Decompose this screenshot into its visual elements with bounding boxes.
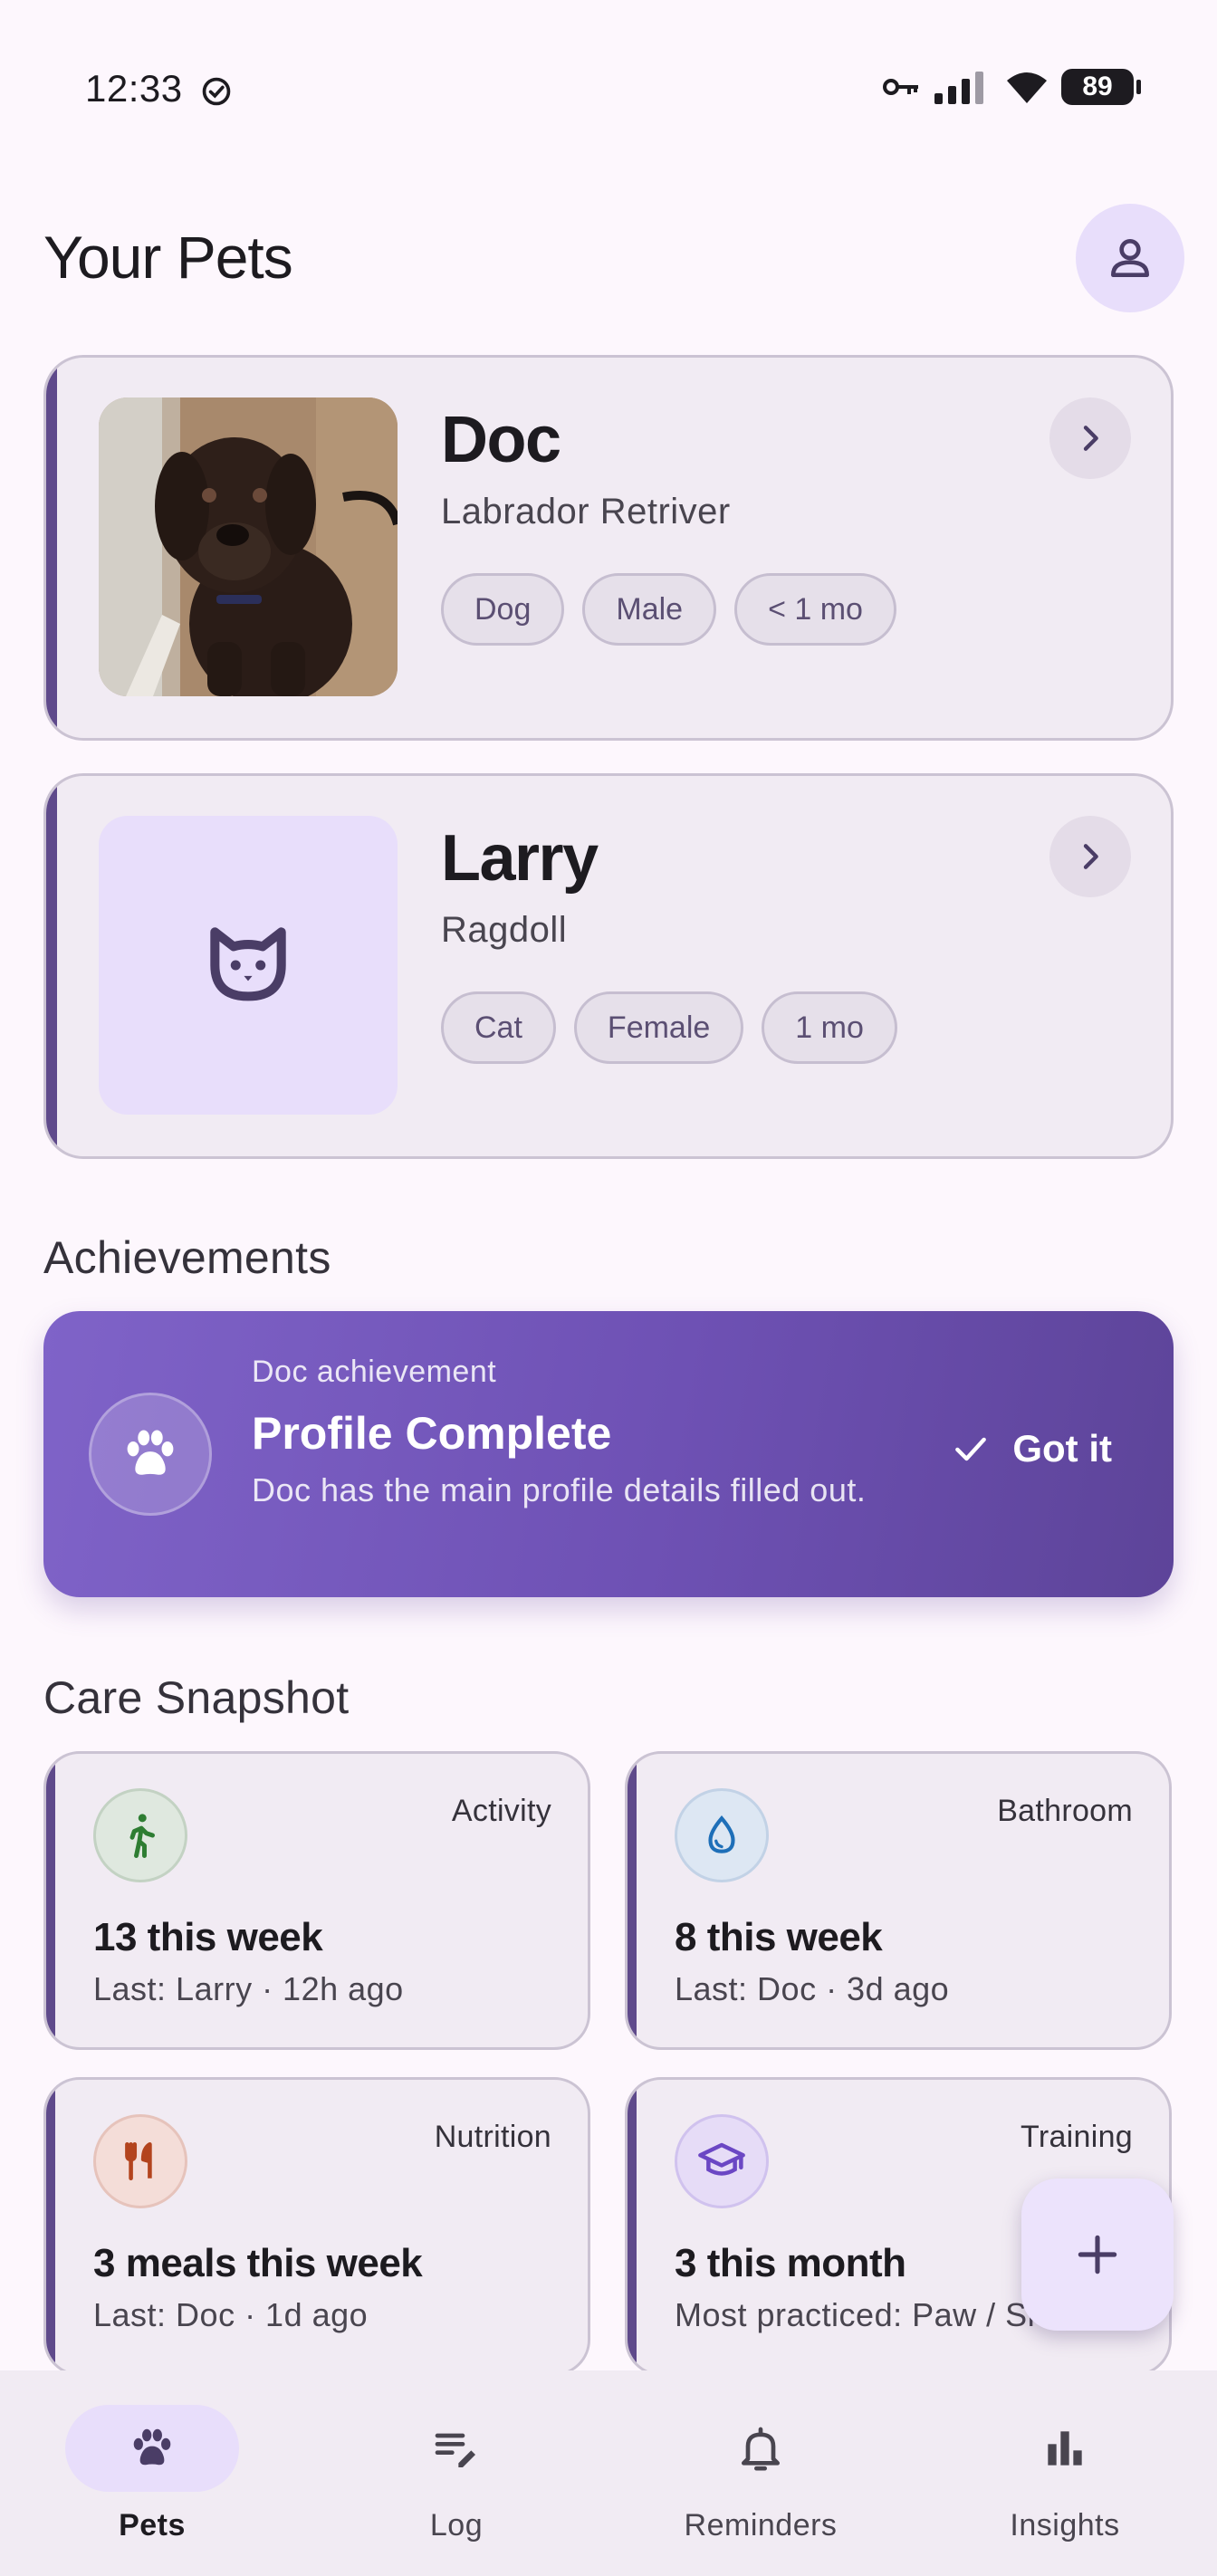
cat-icon (210, 927, 286, 1001)
chip-sex: Male (582, 573, 717, 646)
snapshot-main: 8 this week (675, 1915, 883, 1959)
got-it-label: Got it (1012, 1427, 1112, 1470)
chip-age: 1 mo (762, 991, 897, 1064)
nav-item-pets[interactable]: Pets (0, 2370, 304, 2576)
nav-label: Reminders (684, 2508, 838, 2542)
wifi-icon (1007, 72, 1047, 103)
signal-icon (934, 72, 983, 104)
chip-sex: Female (573, 991, 744, 1064)
pet-breed: Ragdoll (441, 910, 568, 950)
pet-chips: Cat Female 1 mo (441, 991, 897, 1064)
snapshot-main: 3 this month (675, 2241, 906, 2285)
edit-note-icon (435, 2433, 475, 2467)
got-it-button[interactable]: Got it (951, 1427, 1112, 1470)
nutrition-icon-badge (93, 2114, 187, 2208)
battery-indicator: 89 (1061, 69, 1141, 105)
nav-indicator (65, 2405, 239, 2492)
plus-icon (1078, 2235, 1117, 2274)
status-icons: 89 (882, 69, 1141, 105)
card-accent-bar (46, 776, 57, 1156)
nav-item-log[interactable]: Log (304, 2370, 608, 2576)
status-time: 12:33 (85, 67, 183, 110)
vpn-key-icon (883, 79, 918, 95)
activity-icon-badge (93, 1788, 187, 1882)
add-fab-button[interactable] (1021, 2179, 1174, 2331)
chevron-right-icon (1083, 844, 1098, 869)
snapshot-main: 3 meals this week (93, 2241, 423, 2285)
achievement-badge (89, 1393, 212, 1516)
card-accent-bar (628, 2080, 637, 2373)
nav-item-reminders[interactable]: Reminders (608, 2370, 913, 2576)
nav-label: Log (429, 2508, 484, 2542)
graduation-cap-icon (698, 2142, 745, 2176)
snapshot-main: 13 this week (93, 1915, 323, 1959)
nav-indicator (369, 2405, 543, 2492)
achievement-title: Profile Complete (252, 1408, 612, 1459)
pet-card-doc[interactable]: Doc Labrador Retriver Dog Male < 1 mo (43, 355, 1174, 741)
bell-icon (742, 2427, 780, 2471)
open-pet-button[interactable] (1049, 816, 1131, 897)
achievement-description: Doc has the main profile details filled … (252, 1471, 867, 1508)
nav-indicator (674, 2405, 848, 2492)
paw-icon (127, 1430, 174, 1475)
person-icon (1111, 239, 1149, 277)
chip-species: Dog (441, 573, 565, 646)
pet-photo (99, 397, 398, 696)
card-accent-bar (46, 2080, 55, 2373)
pet-breed: Labrador Retriver (441, 492, 731, 531)
nav-label: Pets (119, 2508, 186, 2542)
snapshot-category: Bathroom (997, 1794, 1133, 1828)
check-icon (955, 1437, 987, 1461)
snapshot-category: Nutrition (434, 2120, 551, 2154)
chevron-right-icon (1083, 426, 1098, 451)
status-bar: 12:33 89 (0, 0, 1217, 181)
snapshot-card-nutrition[interactable]: Nutrition 3 meals this week Last: Doc · … (43, 2077, 590, 2376)
chip-age: < 1 mo (734, 573, 896, 646)
achievement-banner: Doc achievement Profile Complete Doc has… (43, 1311, 1174, 1597)
bottom-navigation: Pets Log Reminders Insights (0, 2370, 1217, 2576)
chip-species: Cat (441, 991, 556, 1064)
paw-icon (133, 2428, 171, 2466)
snapshot-category: Training (1021, 2120, 1133, 2154)
bar-chart-icon (1048, 2431, 1082, 2466)
dog-photo (99, 397, 398, 696)
pet-name: Doc (441, 404, 561, 476)
snapshot-card-activity[interactable]: Activity 13 this week Last: Larry · 12h … (43, 1751, 590, 2050)
pet-avatar-placeholder (99, 816, 398, 1115)
training-icon-badge (675, 2114, 769, 2208)
snapshot-sub: Last: Larry · 12h ago (93, 1970, 404, 2007)
pet-name: Larry (441, 822, 599, 895)
water-drop-icon (708, 1815, 735, 1853)
check-circle-icon (202, 77, 231, 106)
snapshot-category: Activity (451, 1794, 551, 1828)
card-accent-bar (46, 1754, 55, 2047)
snapshot-sub: Last: Doc · 1d ago (93, 2296, 369, 2333)
care-snapshot-title: Care Snapshot (43, 1672, 350, 1723)
pets-screen: 12:33 89 Your Pets Doc Labrador Retriver… (0, 0, 1217, 2576)
walk-icon (129, 1814, 155, 1858)
pet-card-larry[interactable]: Larry Ragdoll Cat Female 1 mo (43, 773, 1174, 1159)
profile-button[interactable] (1076, 204, 1184, 312)
achievements-title: Achievements (43, 1232, 331, 1283)
achievement-kicker: Doc achievement (252, 1355, 497, 1389)
card-accent-bar (628, 1754, 637, 2047)
fork-knife-icon (125, 2141, 152, 2181)
nav-label: Insights (1010, 2508, 1120, 2542)
snapshot-sub: Last: Doc · 3d ago (675, 1970, 950, 2007)
open-pet-button[interactable] (1049, 397, 1131, 479)
page-title: Your Pets (43, 224, 293, 291)
nav-item-insights[interactable]: Insights (913, 2370, 1217, 2576)
bathroom-icon-badge (675, 1788, 769, 1882)
pet-chips: Dog Male < 1 mo (441, 573, 896, 646)
nav-indicator (978, 2405, 1152, 2492)
card-accent-bar (46, 358, 57, 738)
snapshot-card-bathroom[interactable]: Bathroom 8 this week Last: Doc · 3d ago (625, 1751, 1172, 2050)
